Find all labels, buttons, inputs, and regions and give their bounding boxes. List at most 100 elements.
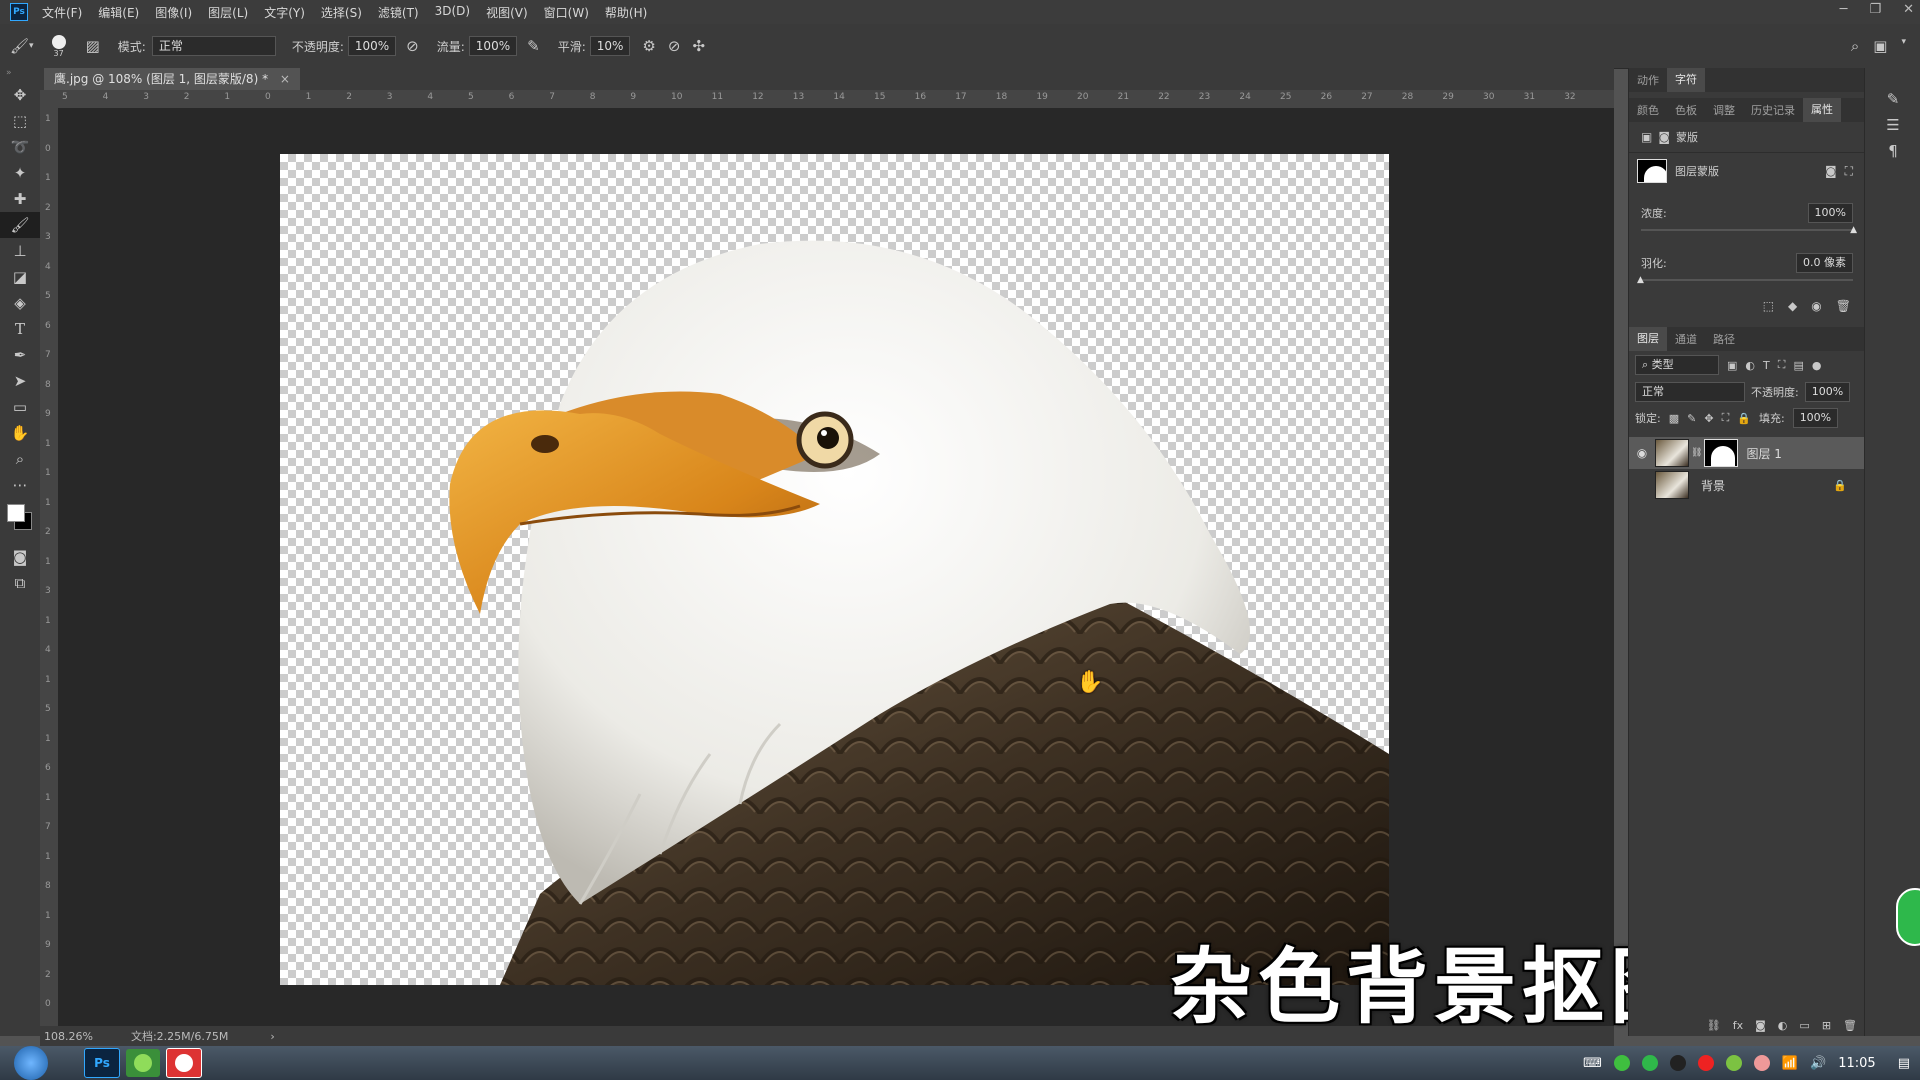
brush-size-picker[interactable]: 37 — [51, 34, 66, 58]
color-swatches[interactable] — [0, 498, 40, 544]
layer-name[interactable]: 图层 1 — [1746, 445, 1781, 462]
smoothing-field[interactable]: 10% — [589, 36, 631, 56]
mode-select[interactable]: 正常 — [151, 36, 276, 56]
zoom-level[interactable]: 108.26% — [44, 1030, 93, 1043]
photoshop-logo-icon[interactable]: Ps — [10, 3, 28, 21]
add-pixel-mask-icon[interactable]: ◙ — [1825, 164, 1837, 178]
trash-icon[interactable]: 🗑 — [1843, 1019, 1857, 1032]
screen-mode-icon[interactable]: ⧉ — [0, 570, 40, 596]
layer-name[interactable]: 背景 — [1701, 477, 1725, 494]
panel-tab[interactable]: 路径 — [1705, 331, 1743, 347]
add-mask-icon[interactable]: ◙ — [1755, 1019, 1766, 1032]
feather-field[interactable]: 0.0 像素 — [1796, 253, 1853, 273]
more-tools-icon[interactable]: ⋯ — [0, 472, 40, 498]
document-tab[interactable]: 鹰.jpg @ 108% (图层 1, 图层蒙版/8) * × — [44, 68, 300, 90]
add-vector-mask-icon[interactable]: ⛶ — [1845, 164, 1853, 179]
gear-icon[interactable]: ⚙ — [642, 37, 655, 55]
move-tool-icon[interactable]: ✥ — [0, 82, 40, 108]
healing-brush-tool-icon[interactable]: ✚ — [0, 186, 40, 212]
adjustments-icon[interactable]: ☰ — [1865, 112, 1920, 138]
pressure-opacity-icon[interactable]: ⊘ — [406, 37, 419, 55]
pen-tool-icon[interactable]: ✒ — [0, 342, 40, 368]
network-icon[interactable]: 📶 — [1782, 1056, 1798, 1071]
new-layer-icon[interactable]: ⊞ — [1822, 1019, 1831, 1032]
lock-pixels-icon[interactable]: ✎ — [1687, 412, 1696, 425]
adjustment-layer-icon[interactable]: ◐ — [1778, 1019, 1788, 1032]
tray-app-icon[interactable] — [1753, 1055, 1770, 1071]
rectangle-tool-icon[interactable]: ▭ — [0, 394, 40, 420]
taskbar-app-red[interactable] — [166, 1048, 202, 1078]
fx-icon[interactable]: fx — [1733, 1019, 1743, 1032]
tray-app-icon[interactable] — [1613, 1055, 1630, 1071]
keyboard-icon[interactable]: ⌨ — [1583, 1056, 1602, 1071]
link-layers-icon[interactable]: ⛓ — [1707, 1019, 1721, 1032]
quick-mask-icon[interactable]: ◙ — [0, 544, 40, 570]
lasso-tool-icon[interactable]: ➰ — [0, 134, 40, 160]
qq-icon[interactable] — [1669, 1055, 1686, 1071]
flow-field[interactable]: 100% — [468, 36, 518, 56]
document-canvas[interactable] — [280, 154, 1389, 985]
menu-item[interactable]: 选择(S) — [321, 4, 362, 21]
panel-tab[interactable]: 图层 — [1629, 327, 1667, 351]
fill-field[interactable]: 100% — [1792, 408, 1839, 428]
taskbar-photoshop[interactable]: Ps — [84, 1048, 120, 1078]
panel-tab[interactable]: 颜色 — [1629, 102, 1667, 118]
stamp-tool-icon[interactable]: ⊥ — [0, 238, 40, 264]
panel-tab[interactable]: 字符 — [1667, 68, 1705, 92]
brush-panel-toggle[interactable]: ▨ — [86, 37, 100, 55]
weibo-icon[interactable] — [1697, 1055, 1714, 1071]
link-icon[interactable]: ⛓ — [1691, 448, 1702, 458]
chevron-down-icon[interactable]: ▾ — [1901, 37, 1906, 55]
pixel-mask-icon[interactable]: ▣ — [1641, 130, 1652, 144]
apply-mask-icon[interactable]: ◆ — [1788, 299, 1797, 313]
path-selection-tool-icon[interactable]: ➤ — [0, 368, 40, 394]
filter-pixel-icon[interactable]: ▣ — [1727, 359, 1737, 372]
vector-mask-icon[interactable]: ◙ — [1658, 130, 1670, 144]
menu-item[interactable]: 图层(L) — [208, 4, 248, 21]
eraser-tool-icon[interactable]: ◪ — [0, 264, 40, 290]
workspace-icon[interactable]: ▣ — [1873, 37, 1887, 55]
layer-filter-select[interactable]: ⌕ 类型 — [1635, 355, 1719, 375]
floating-badge-icon[interactable] — [1896, 888, 1920, 946]
lock-position-icon[interactable]: ✥ — [1704, 412, 1713, 425]
eye-icon[interactable]: ◉ — [1811, 299, 1821, 313]
panel-tab[interactable]: 动作 — [1629, 72, 1667, 88]
type-tool-icon[interactable]: T — [0, 316, 40, 342]
lock-artboard-icon[interactable]: ⛶ — [1722, 411, 1730, 425]
taskbar-app-green[interactable] — [126, 1049, 160, 1077]
layer-row[interactable]: 背景 🔒 — [1629, 469, 1865, 501]
menu-item[interactable]: 帮助(H) — [605, 4, 647, 21]
start-button-icon[interactable] — [14, 1046, 48, 1080]
slider-handle-icon[interactable]: ▲ — [1637, 275, 1644, 285]
panel-tab[interactable]: 调整 — [1705, 102, 1743, 118]
hand-tool-icon[interactable]: ✋ — [0, 420, 40, 446]
filter-type-icon[interactable]: T — [1763, 359, 1770, 372]
density-field[interactable]: 100% — [1807, 203, 1853, 223]
blend-mode-select[interactable]: 正常 — [1635, 382, 1745, 402]
panel-tab[interactable]: 历史记录 — [1743, 102, 1803, 118]
restore-icon[interactable]: ❐ — [1869, 2, 1881, 17]
paragraph-icon[interactable]: ¶ — [1865, 138, 1920, 164]
filter-shape-icon[interactable]: ⛶ — [1778, 358, 1786, 372]
airbrush-icon[interactable]: ✎ — [527, 37, 540, 55]
brush-tool-preset[interactable]: 🖌 ▾ — [10, 37, 34, 55]
feather-slider[interactable]: ▲ — [1637, 275, 1853, 285]
security-icon[interactable] — [1725, 1055, 1742, 1071]
panel-tab[interactable]: 色板 — [1667, 102, 1705, 118]
menu-item[interactable]: 滤镜(T) — [378, 4, 419, 21]
notification-icon[interactable]: ▤ — [1898, 1056, 1910, 1071]
opacity-field[interactable]: 100% — [347, 36, 397, 56]
paint-bucket-tool-icon[interactable]: ◈ — [0, 290, 40, 316]
panel-tab[interactable]: 通道 — [1667, 331, 1705, 347]
pressure-size-icon[interactable]: ⊘ — [668, 37, 681, 55]
menu-item[interactable]: 编辑(E) — [98, 4, 139, 21]
panel-tab[interactable]: 属性 — [1803, 98, 1841, 122]
minimize-icon[interactable]: ─ — [1840, 2, 1848, 17]
status-menu-arrow[interactable]: › — [270, 1030, 274, 1043]
brush-settings-icon[interactable]: ✎ — [1865, 86, 1920, 112]
close-tab-icon[interactable]: × — [280, 72, 290, 86]
menu-item[interactable]: 窗口(W) — [544, 4, 589, 21]
lock-transparency-icon[interactable]: ▩ — [1669, 412, 1679, 425]
symmetry-icon[interactable]: ✣ — [692, 37, 705, 55]
folder-icon[interactable]: ▭ — [1799, 1019, 1809, 1032]
